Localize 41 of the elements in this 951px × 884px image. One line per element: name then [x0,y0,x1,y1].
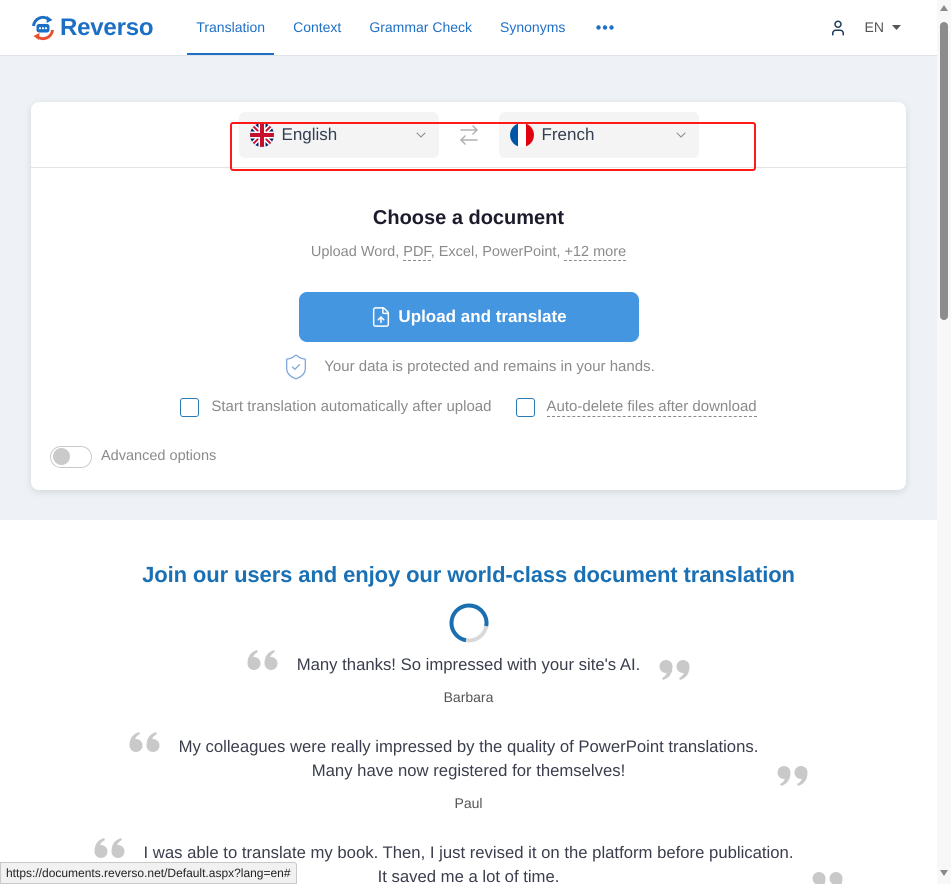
card-title: Choose a document [372,206,564,231]
source-language-select[interactable]: English [238,112,438,158]
testimonial-author: Paul [454,794,483,812]
opening-quote-icon [246,650,279,670]
checkbox[interactable] [516,398,534,417]
upload-button[interactable]: Upload and translate [298,292,638,342]
testimonial-author: Barbara [444,688,494,706]
france-flag-icon [510,123,534,147]
opening-quote-icon [94,838,126,858]
toggle-label: Advanced options [101,446,216,466]
testimonial-quote-line: Many thanks! So impressed with your site's AI. [296,654,640,676]
option-label: Start translation automatically after upload [211,397,492,417]
nav-tab[interactable]: Grammar Check [360,0,482,55]
interface-language-select[interactable]: EN [864,17,901,38]
closing-quote-icon [776,766,808,786]
option-label: Auto-delete files after download [546,398,757,417]
caret-down-icon [892,25,901,30]
testimonial-quote-line: Many have now registered for themselves! [312,760,626,782]
section-heading: Join our users and enjoy our world-class document translation [142,560,795,589]
supported-formats-text: Upload Word, PDF, Excel, PowerPoint, +12 more [310,243,626,262]
testimonial-quote-line: I was able to translate my book. Then, I just revised it on the platform before publication. [144,842,794,864]
closing-quote-icon [658,660,690,680]
target-language-select[interactable]: French [498,112,698,158]
scroll-down-arrow-icon[interactable] [940,870,948,876]
link-status-bar: https://documents.reverso.net/Default.aspx?lang=en# [0,862,297,884]
testimonial-quote-line: It saved me a lot of time. [378,866,560,884]
formats-link[interactable]: +12 more [564,244,626,261]
security-note: Your data is protected and remains in your hands. [324,356,655,377]
logo-icon [30,14,56,40]
checkbox[interactable] [180,398,200,417]
toggle-switch[interactable] [50,446,92,468]
testimonial-quote-line: My colleagues were really impressed by the quality of PowerPoint translations. [178,736,758,758]
scroll-up-arrow-icon[interactable] [940,5,948,11]
opening-quote-icon [128,732,161,752]
nav-tab[interactable]: Context [284,0,350,55]
nav-tab[interactable]: Synonyms [491,0,574,55]
logo-text: Reverso [60,12,154,42]
scrollbar-thumb[interactable] [940,22,948,320]
uk-flag-icon [250,123,274,147]
loading-spinner-icon [448,602,488,642]
formats-link[interactable]: PDF [403,244,431,261]
